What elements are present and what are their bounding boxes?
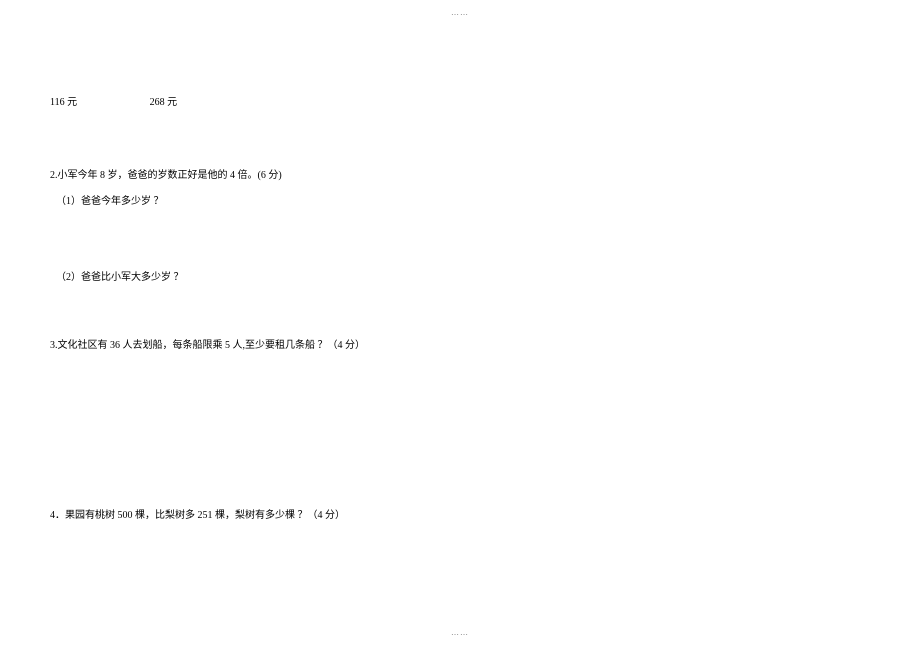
question-2-sub-2: （2）爸爸比小军大多少岁 ？: [56, 268, 184, 283]
question-2-sub-1: （1）爸爸今年多少岁 ？: [56, 192, 164, 207]
question-2: 2.小军今年 8 岁，爸爸的岁数正好是他的 4 倍。(6 分): [50, 166, 282, 181]
question-4: 4．果园有桃树 500 棵，比梨树多 251 棵，梨树有多少棵 ？（4 分）: [50, 506, 345, 521]
page-dots-top: ⋯⋯: [451, 10, 469, 19]
price-item-1: 116 元: [50, 93, 77, 108]
page-dots-bottom: ⋯⋯: [451, 630, 469, 639]
price-row: 116 元 268 元: [50, 93, 177, 108]
question-3: 3.文化社区有 36 人去划船，每条船限乘 5 人,至少要租几条船 ？（4 分）: [50, 336, 365, 351]
price-item-2: 268 元: [150, 93, 178, 108]
